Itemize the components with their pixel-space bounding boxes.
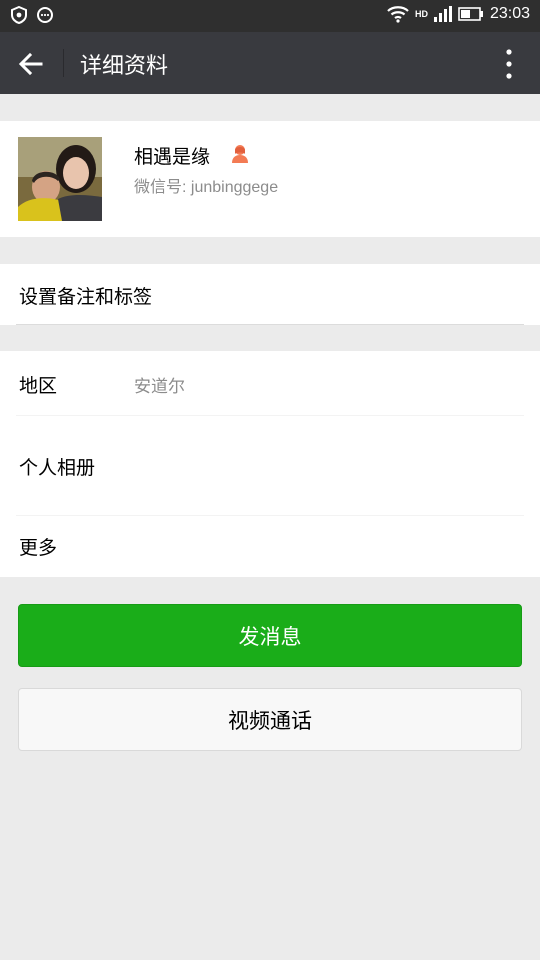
title-divider bbox=[63, 49, 64, 77]
arrow-left-icon bbox=[18, 52, 43, 76]
more-vertical-icon bbox=[506, 49, 512, 79]
personal-album-label: 个人相册 bbox=[19, 457, 96, 479]
divider bbox=[16, 324, 524, 325]
more-row[interactable]: 更多 bbox=[0, 515, 540, 579]
region-row[interactable]: 地区 安道尔 bbox=[0, 351, 540, 415]
divider bbox=[16, 415, 524, 416]
profile-name: 相遇是缘 bbox=[134, 146, 211, 168]
video-call-button[interactable]: 视频通话 bbox=[18, 688, 522, 751]
info-card: 地区 安道尔 个人相册 更多 bbox=[0, 351, 540, 577]
status-left-icons bbox=[10, 6, 54, 24]
wifi-icon bbox=[387, 6, 409, 23]
wechat-id: 微信号: junbinggege bbox=[134, 179, 279, 196]
message-bubble-icon bbox=[37, 7, 53, 23]
more-options-button[interactable] bbox=[500, 48, 518, 80]
avatar[interactable] bbox=[18, 137, 102, 221]
status-bar: HD 23:03 bbox=[0, 0, 540, 32]
more-label: 更多 bbox=[19, 537, 58, 559]
status-right-icons: HD 23:03 bbox=[387, 5, 530, 23]
region-value: 安道尔 bbox=[134, 377, 185, 397]
status-time: 23:03 bbox=[489, 5, 530, 22]
female-icon bbox=[232, 145, 248, 163]
title-bar: 详细资料 bbox=[0, 32, 540, 94]
page-title: 详细资料 bbox=[80, 54, 169, 79]
network-hd-label: HD bbox=[414, 9, 428, 19]
shield-icon bbox=[11, 6, 27, 24]
personal-album-row[interactable]: 个人相册 bbox=[0, 433, 540, 497]
signal-icon bbox=[433, 6, 452, 22]
send-message-button[interactable]: 发消息 bbox=[18, 604, 522, 667]
set-remark-label: 设置备注和标签 bbox=[19, 286, 153, 308]
profile-card[interactable]: 相遇是缘 微信号: junbinggege bbox=[0, 121, 540, 237]
set-remark-row[interactable]: 设置备注和标签 bbox=[0, 264, 540, 325]
region-label: 地区 bbox=[19, 375, 58, 397]
back-button[interactable] bbox=[14, 47, 48, 81]
avatar-photo bbox=[18, 137, 102, 221]
battery-icon bbox=[458, 7, 483, 21]
